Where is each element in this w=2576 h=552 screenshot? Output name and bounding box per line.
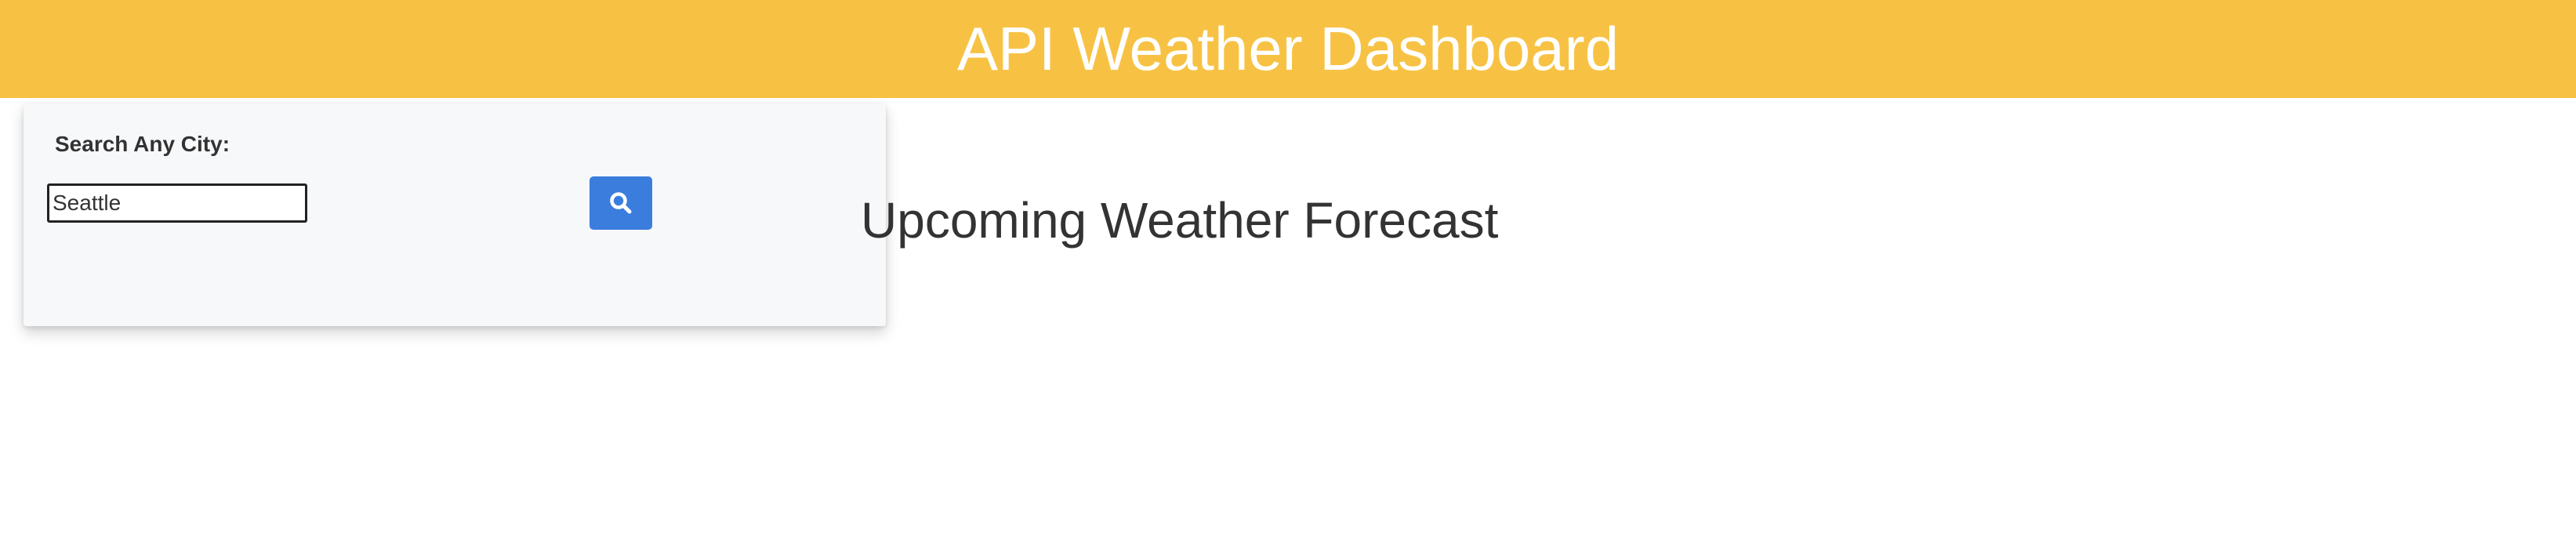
search-label: Search Any City: (55, 132, 230, 156)
search-button[interactable] (590, 176, 652, 230)
page-title: API Weather Dashboard (956, 14, 1620, 83)
search-panel: Search Any City: (24, 104, 886, 326)
forecast-title: Upcoming Weather Forecast (861, 192, 1499, 249)
page-header: API Weather Dashboard (0, 0, 2576, 98)
search-icon (608, 191, 633, 216)
city-search-input[interactable] (47, 183, 307, 223)
